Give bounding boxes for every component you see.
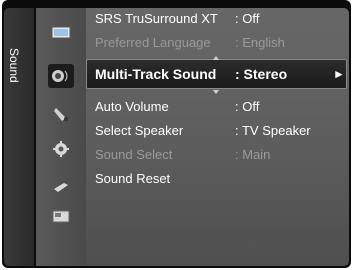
menu-item-label: Select Speaker [95, 122, 184, 138]
menu-item-value: : Off [235, 98, 260, 114]
menu-item-select-speaker[interactable]: Select Speaker : TV Speaker [95, 120, 345, 140]
menu-item-label: Auto Volume [95, 98, 169, 114]
menu-item-value: : Off [235, 10, 260, 26]
menu-item-value: : English [235, 34, 285, 50]
menu-item-label: Sound Select [95, 146, 173, 162]
menu-item-label: Sound Reset [95, 170, 171, 186]
application-icon[interactable] [50, 208, 72, 226]
menu-item-value: : Main [235, 146, 271, 162]
submenu-arrow-icon[interactable]: ► [333, 67, 345, 81]
picture-icon[interactable] [50, 24, 72, 42]
menu-item-label: Multi-Track Sound [95, 66, 217, 82]
menu-item-preferred-language: Preferred Language : English [95, 32, 345, 52]
menu-item-value: : Stereo [235, 66, 288, 82]
channel-icon[interactable] [50, 105, 72, 123]
menu-item-sound-reset[interactable]: Sound Reset [95, 168, 345, 188]
menu-item-label: SRS TruSurround XT [95, 10, 218, 26]
menu-item-multi-track-sound[interactable]: Multi-Track Sound : Stereo ► [95, 64, 345, 84]
menu-item-srs-trusurround[interactable]: SRS TruSurround XT : Off [95, 8, 345, 28]
input-icon[interactable] [50, 178, 72, 196]
sound-tab: Sound [4, 8, 34, 266]
sound-icon[interactable] [48, 64, 74, 88]
scroll-up-indicator [213, 56, 219, 60]
menu-item-sound-select: Sound Select : Main [95, 144, 345, 164]
sound-tab-label: Sound [7, 48, 21, 83]
menu-icon-column [36, 8, 86, 266]
menu-item-auto-volume[interactable]: Auto Volume : Off [95, 96, 345, 116]
scroll-down-indicator [213, 90, 219, 94]
menu-item-value: : TV Speaker [235, 122, 311, 138]
setup-icon[interactable] [50, 140, 72, 158]
menu-item-label: Preferred Language [95, 34, 211, 50]
